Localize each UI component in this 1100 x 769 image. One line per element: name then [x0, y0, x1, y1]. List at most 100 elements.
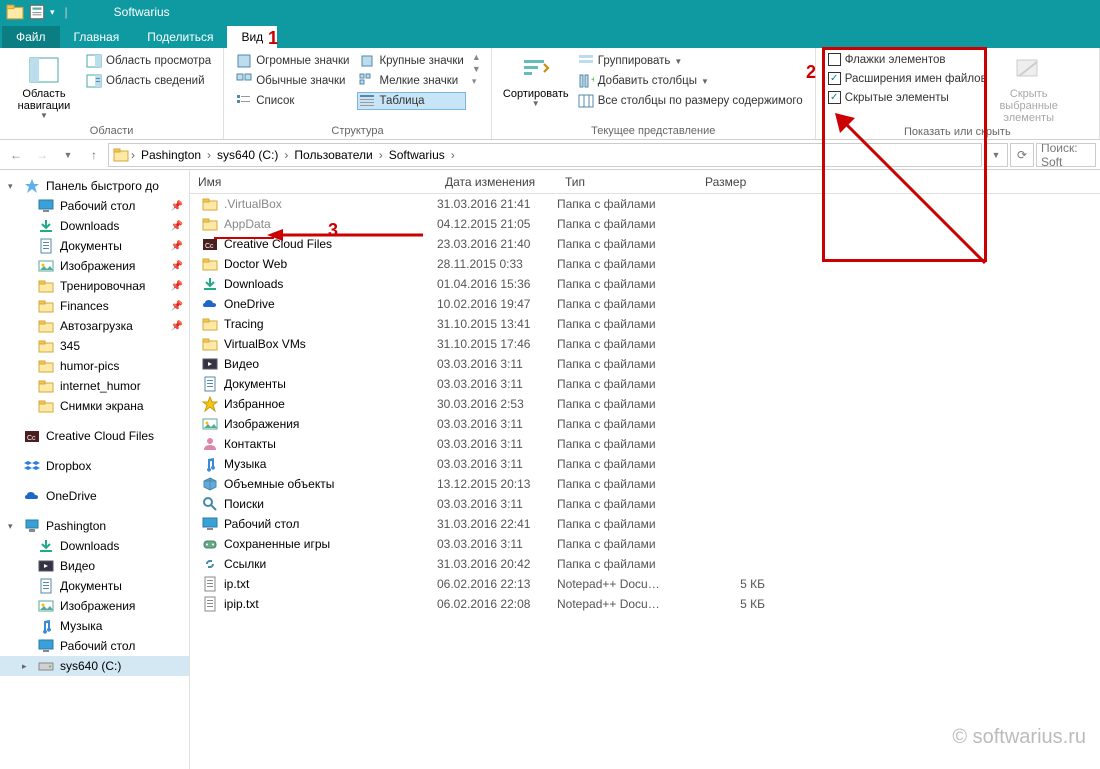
- file-row[interactable]: ip.txt06.02.2016 22:13Notepad++ Docu…5 К…: [190, 574, 1100, 594]
- tab-home[interactable]: Главная: [60, 26, 134, 48]
- file-row[interactable]: Tracing31.10.2015 13:41Папка с файлами: [190, 314, 1100, 334]
- col-header-name[interactable]: Имя: [190, 175, 437, 189]
- up-button[interactable]: ↑: [82, 143, 106, 167]
- sidebar-item-label: 345: [60, 339, 80, 353]
- layout-large-icons[interactable]: Крупные значки: [357, 52, 465, 70]
- refresh-button[interactable]: ⟳: [1010, 143, 1034, 167]
- file-row[interactable]: OneDrive10.02.2016 19:47Папка с файлами: [190, 294, 1100, 314]
- sidebar-item[interactable]: OneDrive: [0, 486, 189, 506]
- file-row[interactable]: Изображения03.03.2016 3:11Папка с файлам…: [190, 414, 1100, 434]
- crumb[interactable]: Softwarius: [385, 148, 449, 162]
- file-row[interactable]: Ссылки31.03.2016 20:42Папка с файлами: [190, 554, 1100, 574]
- nav-pane-button[interactable]: Область навигации ▼: [10, 52, 78, 121]
- sidebar-item[interactable]: 345: [0, 336, 189, 356]
- properties-icon[interactable]: [28, 3, 46, 21]
- scroll-up-icon[interactable]: ▲: [472, 52, 481, 62]
- search-input[interactable]: Поиск: Soft: [1036, 143, 1096, 167]
- folder-icon: [38, 318, 54, 334]
- recent-locations-button[interactable]: ▼: [56, 143, 80, 167]
- item-checkboxes-toggle[interactable]: Флажки элементов: [826, 52, 989, 67]
- col-header-size[interactable]: Размер: [697, 175, 777, 189]
- breadcrumb[interactable]: › Pashington› sys640 (C:)› Пользователи›…: [108, 143, 982, 167]
- crumb[interactable]: Pashington: [137, 148, 205, 162]
- layout-details[interactable]: Таблица: [357, 92, 465, 110]
- file-row[interactable]: VirtualBox VMs31.10.2015 17:46Папка с фа…: [190, 334, 1100, 354]
- file-row[interactable]: Downloads01.04.2016 15:36Папка с файлами: [190, 274, 1100, 294]
- file-row[interactable]: Поиски03.03.2016 3:11Папка с файлами: [190, 494, 1100, 514]
- fit-columns-button[interactable]: Все столбцы по размеру содержимого: [576, 92, 805, 110]
- chevron-right-icon[interactable]: ›: [207, 148, 211, 162]
- file-row[interactable]: Объемные объекты13.12.2015 20:13Папка с …: [190, 474, 1100, 494]
- video-icon: [38, 558, 54, 574]
- pc-icon: [24, 518, 40, 534]
- file-row[interactable]: Сохраненные игры03.03.2016 3:11Папка с ф…: [190, 534, 1100, 554]
- layout-list[interactable]: Список: [234, 92, 351, 110]
- file-row[interactable]: Рабочий стол31.03.2016 22:41Папка с файл…: [190, 514, 1100, 534]
- folder-icon: [38, 378, 54, 394]
- layout-small-icons[interactable]: Мелкие значки: [357, 72, 465, 90]
- address-dropdown-button[interactable]: ▼: [984, 143, 1008, 167]
- crumb[interactable]: Пользователи: [290, 148, 376, 162]
- sidebar-item[interactable]: Изображения📌: [0, 256, 189, 276]
- chevron-right-icon[interactable]: ›: [131, 148, 135, 162]
- file-row[interactable]: Документы03.03.2016 3:11Папка с файлами: [190, 374, 1100, 394]
- navigation-pane[interactable]: ▾Панель быстрого доРабочий стол📌Download…: [0, 170, 190, 769]
- preview-pane-button[interactable]: Область просмотра: [84, 52, 213, 70]
- layout-huge-icons[interactable]: Огромные значки: [234, 52, 351, 70]
- sort-button[interactable]: Сортировать ▼: [502, 52, 570, 109]
- back-button[interactable]: ←: [4, 143, 28, 167]
- sidebar-item[interactable]: Музыка: [0, 616, 189, 636]
- hidden-items-toggle[interactable]: ✓Скрытые элементы: [826, 90, 989, 105]
- details-pane-button[interactable]: Область сведений: [84, 72, 213, 90]
- group-by-button[interactable]: Группировать▼: [576, 52, 805, 70]
- sidebar-item[interactable]: Документы: [0, 576, 189, 596]
- file-row[interactable]: .VirtualBox31.03.2016 21:41Папка с файла…: [190, 194, 1100, 214]
- sidebar-item[interactable]: Изображения: [0, 596, 189, 616]
- sidebar-item[interactable]: CcCreative Cloud Files: [0, 426, 189, 446]
- sidebar-item[interactable]: Finances📌: [0, 296, 189, 316]
- sidebar-item[interactable]: Рабочий стол: [0, 636, 189, 656]
- layout-medium-icons[interactable]: Обычные значки: [234, 72, 351, 90]
- sidebar-item[interactable]: Автозагрузка📌: [0, 316, 189, 336]
- sidebar-item[interactable]: ▾Панель быстрого до: [0, 176, 189, 196]
- sidebar-item[interactable]: Downloads: [0, 536, 189, 556]
- file-extensions-toggle[interactable]: ✓Расширения имен файлов: [826, 71, 989, 86]
- tab-share[interactable]: Поделиться: [133, 26, 227, 48]
- file-row[interactable]: ipip.txt06.02.2016 22:08Notepad++ Docu…5…: [190, 594, 1100, 614]
- sidebar-item[interactable]: Видео: [0, 556, 189, 576]
- sidebar-item[interactable]: humor-pics: [0, 356, 189, 376]
- chevron-right-icon[interactable]: ›: [284, 148, 288, 162]
- sidebar-item[interactable]: Снимки экрана: [0, 396, 189, 416]
- pin-icon: 📌: [171, 281, 183, 292]
- tab-file[interactable]: Файл: [2, 26, 60, 48]
- col-header-type[interactable]: Тип: [557, 175, 697, 189]
- col-header-date[interactable]: Дата изменения: [437, 175, 557, 189]
- file-date: 04.12.2015 21:05: [437, 217, 557, 231]
- sidebar-item[interactable]: Тренировочная📌: [0, 276, 189, 296]
- sidebar-item[interactable]: ▸sys640 (C:): [0, 656, 189, 676]
- file-row[interactable]: CcCreative Cloud Files23.03.2016 21:40Па…: [190, 234, 1100, 254]
- sidebar-item[interactable]: Документы📌: [0, 236, 189, 256]
- sidebar-item[interactable]: internet_humor: [0, 376, 189, 396]
- crumb[interactable]: sys640 (C:): [213, 148, 282, 162]
- chevron-right-icon[interactable]: ›: [451, 148, 455, 162]
- file-row[interactable]: Избранное30.03.2016 2:53Папка с файлами: [190, 394, 1100, 414]
- sidebar-item[interactable]: ▾Pashington: [0, 516, 189, 536]
- qat-dropdown-icon[interactable]: ▾: [50, 7, 55, 18]
- file-row[interactable]: Видео03.03.2016 3:11Папка с файлами: [190, 354, 1100, 374]
- chevron-right-icon[interactable]: ›: [379, 148, 383, 162]
- expand-icon[interactable]: ▾: [472, 76, 481, 87]
- file-date: 31.10.2015 17:46: [437, 337, 557, 351]
- file-row[interactable]: AppData04.12.2015 21:05Папка с файлами: [190, 214, 1100, 234]
- file-row[interactable]: Музыка03.03.2016 3:11Папка с файлами: [190, 454, 1100, 474]
- group-label-layout: Структура: [234, 123, 481, 137]
- sidebar-item[interactable]: Dropbox: [0, 456, 189, 476]
- scroll-down-icon[interactable]: ▼: [472, 64, 481, 74]
- file-row[interactable]: Контакты03.03.2016 3:11Папка с файлами: [190, 434, 1100, 454]
- sidebar-item[interactable]: Downloads📌: [0, 216, 189, 236]
- forward-button[interactable]: →: [30, 143, 54, 167]
- sidebar-item[interactable]: Рабочий стол📌: [0, 196, 189, 216]
- file-row[interactable]: Doctor Web28.11.2015 0:33Папка с файлами: [190, 254, 1100, 274]
- file-list[interactable]: .VirtualBox31.03.2016 21:41Папка с файла…: [190, 194, 1100, 614]
- add-columns-button[interactable]: +Добавить столбцы▼: [576, 72, 805, 90]
